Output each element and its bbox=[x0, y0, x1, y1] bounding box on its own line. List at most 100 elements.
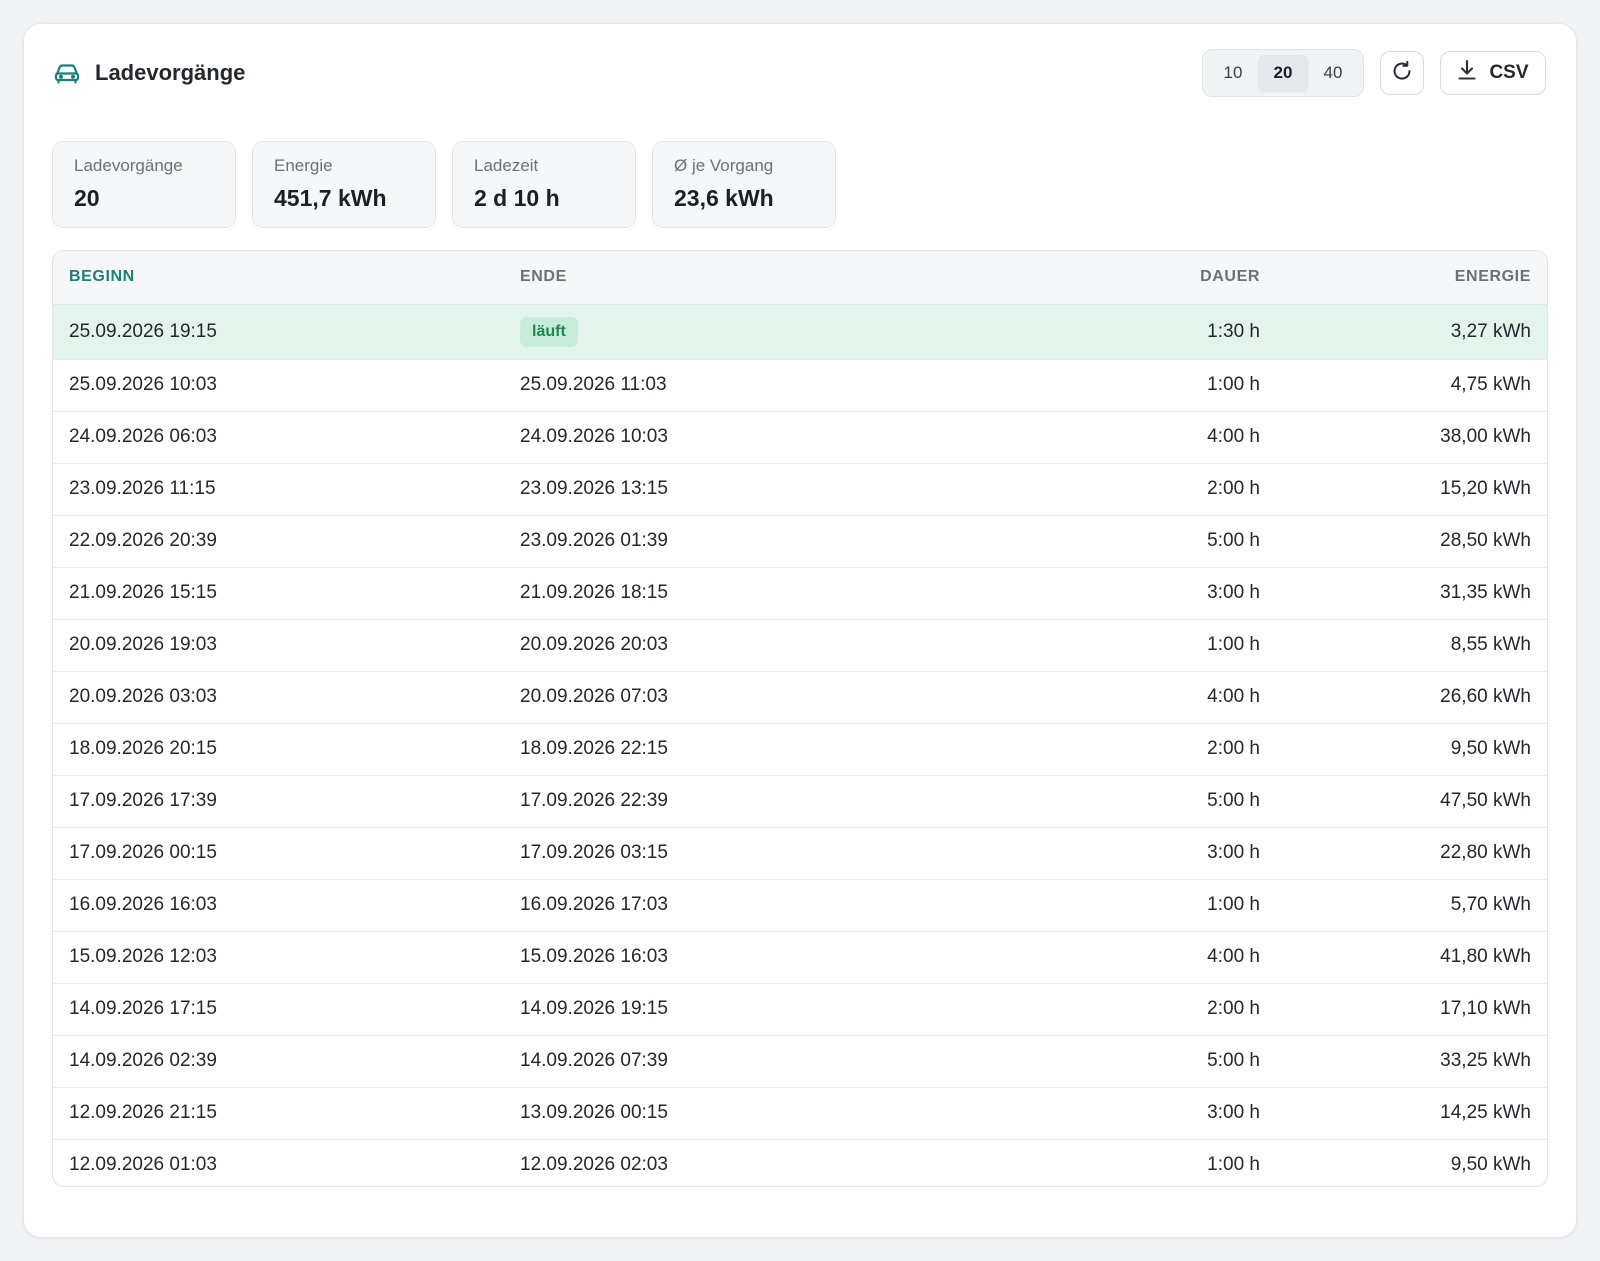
stat-label: Ladezeit bbox=[474, 156, 539, 175]
stat-label: Energie bbox=[274, 156, 333, 175]
cell-energy: 9,50 kWh bbox=[1450, 738, 1531, 759]
cell-begin: 12.09.2026 21:15 bbox=[69, 1102, 217, 1123]
cell-energy: 22,80 kWh bbox=[1440, 842, 1531, 863]
cell-energy: 9,50 kWh bbox=[1450, 1154, 1531, 1176]
cell-duration: 5:00 h bbox=[1207, 1050, 1260, 1071]
cell-energy: 28,50 kWh bbox=[1440, 530, 1531, 551]
table-row[interactable]: 20.09.2026 03:03 20.09.2026 07:03 4:00 h 26… bbox=[53, 671, 1547, 723]
page-size-40-button[interactable]: 40 bbox=[1308, 55, 1358, 91]
page-size-20-button[interactable]: 20 bbox=[1258, 55, 1308, 91]
stat-energy: Energie 451,7 kWh bbox=[252, 141, 436, 228]
cell-begin: 17.09.2026 00:15 bbox=[69, 842, 217, 863]
table-row[interactable]: 12.09.2026 01:03 12.09.2026 02:03 1:00 h 9,… bbox=[53, 1139, 1547, 1186]
refresh-button[interactable] bbox=[1380, 51, 1424, 95]
cell-duration: 1:00 h bbox=[1207, 894, 1260, 915]
cell-begin: 14.09.2026 02:39 bbox=[69, 1050, 217, 1071]
car-icon bbox=[54, 62, 80, 84]
column-header-end[interactable]: ENDE bbox=[520, 251, 940, 305]
cell-end: 18.09.2026 22:15 bbox=[520, 738, 668, 759]
column-header-begin[interactable]: BEGINN bbox=[53, 251, 520, 305]
table-row[interactable]: 25.09.2026 19:15 läuft 1:30 h 3,27 kWh bbox=[53, 304, 1547, 359]
cell-begin: 15.09.2026 12:03 bbox=[69, 946, 217, 967]
table-row[interactable]: 14.09.2026 02:39 14.09.2026 07:39 5:00 h 33… bbox=[53, 1035, 1547, 1087]
cell-energy: 41,80 kWh bbox=[1440, 946, 1531, 967]
cell-end: 16.09.2026 17:03 bbox=[520, 894, 668, 915]
stat-sessions: Ladevorgänge 20 bbox=[52, 141, 236, 228]
cell-energy: 31,35 kWh bbox=[1440, 582, 1531, 603]
cell-duration: 1:00 h bbox=[1207, 634, 1260, 655]
cell-begin: 25.09.2026 10:03 bbox=[69, 374, 217, 395]
stat-value: 20 bbox=[74, 185, 100, 211]
running-badge: läuft bbox=[520, 316, 578, 347]
table-row[interactable]: 18.09.2026 20:15 18.09.2026 22:15 2:00 h 9,… bbox=[53, 723, 1547, 775]
summary-stats: Ladevorgänge 20 Energie 451,7 kWh Ladeze… bbox=[52, 141, 852, 228]
column-header-energy[interactable]: ENERGIE bbox=[1260, 251, 1547, 305]
table-row[interactable]: 25.09.2026 10:03 25.09.2026 11:03 1:00 h 4,… bbox=[53, 359, 1547, 411]
sessions-table-container: BEGINN ENDE DAUER ENERGIE 25.09.2026 19:… bbox=[52, 250, 1548, 1187]
column-header-duration[interactable]: DAUER bbox=[940, 251, 1260, 305]
cell-begin: 24.09.2026 06:03 bbox=[69, 426, 217, 447]
cell-end: 15.09.2026 16:03 bbox=[520, 946, 668, 967]
table-row[interactable]: 22.09.2026 20:39 23.09.2026 01:39 5:00 h 28… bbox=[53, 515, 1547, 567]
csv-export-label: CSV bbox=[1489, 62, 1529, 83]
table-row[interactable]: 17.09.2026 00:15 17.09.2026 03:15 3:00 h 22… bbox=[53, 827, 1547, 879]
cell-end: läuft bbox=[520, 304, 940, 359]
cell-begin: 18.09.2026 20:15 bbox=[69, 738, 217, 759]
stat-value: 23,6 kWh bbox=[674, 185, 774, 211]
download-icon bbox=[1457, 59, 1489, 87]
table-row[interactable]: 12.09.2026 21:15 13.09.2026 00:15 3:00 h 14… bbox=[53, 1087, 1547, 1139]
cell-duration: 3:00 h bbox=[1207, 1102, 1260, 1123]
cell-begin: 20.09.2026 19:03 bbox=[69, 634, 217, 655]
cell-end: 24.09.2026 10:03 bbox=[520, 426, 668, 447]
page-size-selector: 10 20 40 bbox=[1202, 49, 1364, 97]
table-row[interactable]: 21.09.2026 15:15 21.09.2026 18:15 3:00 h 31… bbox=[53, 567, 1547, 619]
stat-value: 2 d 10 h bbox=[474, 185, 560, 211]
header-controls: 10 20 40 CSV bbox=[1202, 49, 1546, 97]
sessions-table: BEGINN ENDE DAUER ENERGIE 25.09.2026 19:… bbox=[53, 251, 1547, 1186]
cell-energy: 14,25 kWh bbox=[1440, 1102, 1531, 1123]
cell-begin: 12.09.2026 01:03 bbox=[69, 1154, 217, 1176]
cell-end: 25.09.2026 11:03 bbox=[520, 374, 667, 395]
table-row[interactable]: 20.09.2026 19:03 20.09.2026 20:03 1:00 h 8,… bbox=[53, 619, 1547, 671]
cell-begin: 25.09.2026 19:15 bbox=[69, 320, 217, 342]
cell-energy: 47,50 kWh bbox=[1440, 790, 1531, 811]
cell-duration: 1:00 h bbox=[1207, 1154, 1260, 1176]
cell-duration: 3:00 h bbox=[1207, 582, 1260, 603]
cell-begin: 14.09.2026 17:15 bbox=[69, 998, 217, 1019]
cell-duration: 5:00 h bbox=[1207, 790, 1260, 811]
cell-begin: 17.09.2026 17:39 bbox=[69, 790, 217, 811]
stat-charging-time: Ladezeit 2 d 10 h bbox=[452, 141, 636, 228]
table-header-row: BEGINN ENDE DAUER ENERGIE bbox=[53, 251, 1547, 305]
cell-end: 20.09.2026 20:03 bbox=[520, 634, 668, 655]
table-row[interactable]: 24.09.2026 06:03 24.09.2026 10:03 4:00 h 38… bbox=[53, 411, 1547, 463]
cell-duration: 5:00 h bbox=[1207, 530, 1260, 551]
cell-energy: 26,60 kWh bbox=[1440, 686, 1531, 707]
cell-end: 23.09.2026 01:39 bbox=[520, 530, 668, 551]
table-row[interactable]: 16.09.2026 16:03 16.09.2026 17:03 1:00 h 5,… bbox=[53, 879, 1547, 931]
cell-duration: 2:00 h bbox=[1207, 738, 1260, 759]
cell-energy: 33,25 kWh bbox=[1440, 1050, 1531, 1071]
page-title: Ladevorgänge bbox=[95, 60, 246, 85]
stat-label: Ladevorgänge bbox=[74, 156, 183, 175]
table-row[interactable]: 15.09.2026 12:03 15.09.2026 16:03 4:00 h 41… bbox=[53, 931, 1547, 983]
cell-end: 17.09.2026 22:39 bbox=[520, 790, 668, 811]
cell-begin: 21.09.2026 15:15 bbox=[69, 582, 217, 603]
cell-duration: 2:00 h bbox=[1207, 478, 1260, 499]
cell-duration: 4:00 h bbox=[1207, 686, 1260, 707]
cell-end: 23.09.2026 13:15 bbox=[520, 478, 668, 499]
csv-export-button[interactable]: CSV bbox=[1440, 51, 1546, 95]
cell-end: 14.09.2026 07:39 bbox=[520, 1050, 668, 1071]
cell-end: 20.09.2026 07:03 bbox=[520, 686, 668, 707]
table-row[interactable]: 17.09.2026 17:39 17.09.2026 22:39 5:00 h 47… bbox=[53, 775, 1547, 827]
title-group: Ladevorgänge bbox=[54, 50, 245, 96]
table-row[interactable]: 14.09.2026 17:15 14.09.2026 19:15 2:00 h 17… bbox=[53, 983, 1547, 1035]
cell-energy: 15,20 kWh bbox=[1440, 478, 1531, 499]
cell-energy: 4,75 kWh bbox=[1450, 374, 1531, 395]
cell-end: 21.09.2026 18:15 bbox=[520, 582, 668, 603]
stat-average-per-session: Ø je Vorgang 23,6 kWh bbox=[652, 141, 836, 228]
page-size-10-button[interactable]: 10 bbox=[1208, 55, 1258, 91]
cell-end: 13.09.2026 00:15 bbox=[520, 1102, 668, 1123]
stat-label: Ø je Vorgang bbox=[674, 156, 774, 175]
cell-begin: 16.09.2026 16:03 bbox=[69, 894, 217, 915]
table-row[interactable]: 23.09.2026 11:15 23.09.2026 13:15 2:00 h 15… bbox=[53, 463, 1547, 515]
